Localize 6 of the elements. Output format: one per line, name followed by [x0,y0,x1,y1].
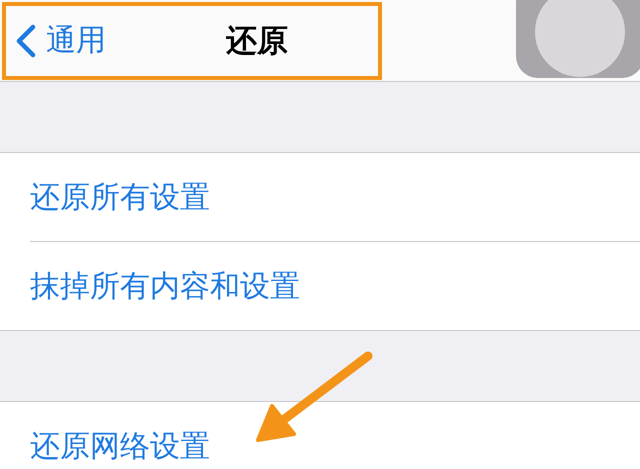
settings-row[interactable]: 抹掉所有内容和设置 [30,241,640,330]
back-button[interactable]: 通用 [0,20,106,61]
assistive-touch-button[interactable] [516,0,640,78]
settings-row[interactable]: 还原所有设置 [30,153,640,241]
back-chevron-icon [14,24,36,58]
page-title: 还原 [226,22,288,60]
